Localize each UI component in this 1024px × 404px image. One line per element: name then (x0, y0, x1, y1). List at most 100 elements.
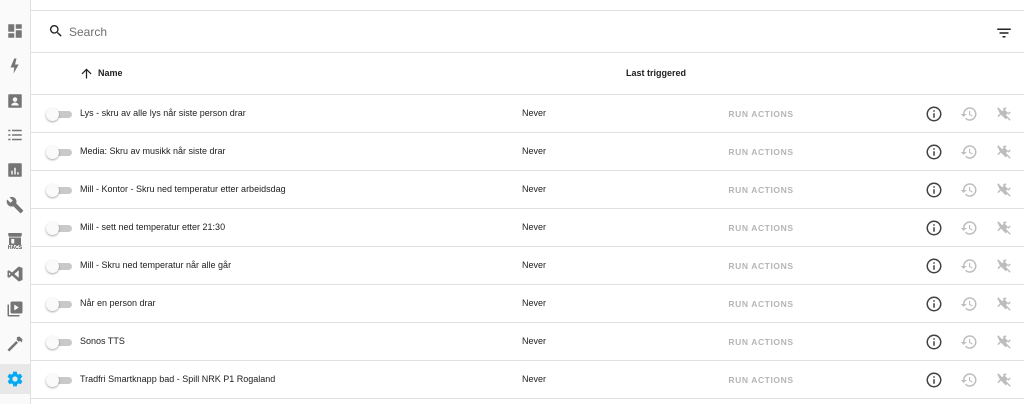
enable-toggle[interactable] (44, 298, 72, 311)
table-row: Når en person drar Never RUN ACTIONS (31, 285, 1024, 323)
sidebar-item-people[interactable] (0, 86, 30, 116)
debug-off-icon[interactable] (995, 295, 1013, 313)
enable-toggle[interactable] (44, 374, 72, 387)
table-row: Mill - Skru ned temperatur når alle går … (31, 247, 1024, 285)
person-card-icon (8, 94, 22, 108)
enable-toggle[interactable] (44, 146, 72, 159)
enable-toggle[interactable] (44, 336, 72, 349)
toggle-knob (46, 184, 59, 197)
run-actions-button[interactable]: RUN ACTIONS (721, 180, 801, 200)
info-icon[interactable] (925, 181, 943, 199)
automation-name: Media: Skru av musikk når siste drar (80, 146, 226, 156)
media-icon (7, 301, 23, 317)
sort-ascending-icon[interactable] (79, 66, 94, 81)
run-actions-button[interactable]: RUN ACTIONS (721, 370, 801, 390)
table-header: Name Last triggered (31, 54, 1024, 95)
automation-name: Lys - skru av alle lys når siste person … (80, 108, 246, 118)
info-icon[interactable] (925, 371, 943, 389)
last-triggered-value: Never (522, 374, 547, 384)
debug-off-icon[interactable] (995, 257, 1013, 275)
history-icon[interactable] (960, 143, 978, 161)
info-icon[interactable] (925, 143, 943, 161)
history-icon[interactable] (960, 333, 978, 351)
automation-name: Mill - Kontor - Skru ned temperatur ette… (80, 184, 286, 194)
enable-toggle[interactable] (44, 222, 72, 235)
column-header-name[interactable]: Name (98, 68, 123, 78)
sidebar-item-overview[interactable] (0, 16, 30, 46)
toggle-knob (46, 298, 59, 311)
table-row: Lys - skru av alle lys når siste person … (31, 95, 1024, 133)
toggle-knob (46, 374, 59, 387)
automation-name: Sonos TTS (80, 336, 125, 346)
hacs-label: HACS (7, 245, 23, 251)
toggle-knob (46, 222, 59, 235)
run-actions-button[interactable]: RUN ACTIONS (721, 332, 801, 352)
energy-icon (10, 58, 19, 74)
table-row: Tradfri Smartknapp bad - Spill NRK P1 Ro… (31, 361, 1024, 399)
table-row: Media: Skru av musikk når siste drar Nev… (31, 133, 1024, 171)
last-triggered-value: Never (522, 184, 547, 194)
run-actions-button[interactable]: RUN ACTIONS (721, 294, 801, 314)
enable-toggle[interactable] (44, 184, 72, 197)
search-icon (49, 25, 62, 37)
sidebar-item-logbook[interactable] (0, 120, 30, 150)
wrench-icon (6, 196, 24, 214)
history-icon[interactable] (960, 295, 978, 313)
table-row: Sonos TTS Never RUN ACTIONS (31, 323, 1024, 361)
enable-toggle[interactable] (44, 108, 72, 121)
list-icon (8, 129, 22, 141)
automation-name: Mill - sett ned temperatur etter 21:30 (80, 222, 226, 232)
sidebar-item-tools[interactable] (0, 329, 30, 359)
table-row: Mill - Kontor - Skru ned temperatur ette… (31, 171, 1024, 209)
run-actions-button[interactable]: RUN ACTIONS (721, 218, 801, 238)
sidebar-item-settings[interactable] (0, 364, 30, 394)
history-icon[interactable] (960, 219, 978, 237)
last-triggered-value: Never (522, 146, 547, 156)
automation-name: Mill - Skru ned temperatur når alle går (80, 260, 232, 270)
history-icon[interactable] (960, 371, 978, 389)
sidebar-item-energy[interactable] (0, 51, 30, 81)
last-triggered-value: Never (522, 260, 547, 270)
debug-off-icon[interactable] (995, 371, 1013, 389)
sidebar-item-vscode[interactable] (0, 259, 30, 289)
run-actions-button[interactable]: RUN ACTIONS (721, 104, 801, 124)
table-row: Mill - sett ned temperatur etter 21:30 N… (31, 209, 1024, 247)
automation-name: Tradfri Smartknapp bad - Spill NRK P1 Ro… (80, 374, 276, 384)
info-icon[interactable] (925, 105, 943, 123)
info-icon[interactable] (925, 219, 943, 237)
run-actions-button[interactable]: RUN ACTIONS (721, 256, 801, 276)
vscode-icon (7, 266, 23, 282)
top-toolbar (31, 0, 1024, 11)
history-icon[interactable] (960, 181, 978, 199)
last-triggered-value: Never (522, 298, 547, 308)
sidebar-item-history[interactable] (0, 155, 30, 185)
sidebar: HACS (0, 0, 31, 404)
column-header-last-triggered[interactable]: Last triggered (626, 68, 686, 78)
toggle-knob (46, 108, 59, 121)
dashboard-icon (8, 24, 22, 38)
sidebar-item-media[interactable] (0, 294, 30, 324)
info-icon[interactable] (925, 333, 943, 351)
chart-icon (8, 163, 22, 177)
info-icon[interactable] (925, 257, 943, 275)
last-triggered-value: Never (522, 222, 547, 232)
filter-icon[interactable] (995, 24, 1013, 42)
gear-icon (7, 371, 23, 387)
automation-name: Når en person drar (80, 298, 156, 308)
run-actions-button[interactable]: RUN ACTIONS (721, 142, 801, 162)
sidebar-item-developer-tools[interactable] (0, 190, 30, 220)
search-input[interactable] (69, 20, 949, 44)
history-icon[interactable] (960, 105, 978, 123)
toggle-knob (46, 146, 59, 159)
automations-panel: Name Last triggered Lys - skru av alle l… (31, 0, 1024, 404)
info-icon[interactable] (925, 295, 943, 313)
debug-off-icon[interactable] (995, 105, 1013, 123)
toggle-knob (46, 336, 59, 349)
debug-off-icon[interactable] (995, 333, 1013, 351)
debug-off-icon[interactable] (995, 181, 1013, 199)
debug-off-icon[interactable] (995, 219, 1013, 237)
debug-off-icon[interactable] (995, 143, 1013, 161)
search-bar (31, 11, 1024, 53)
history-icon[interactable] (960, 257, 978, 275)
enable-toggle[interactable] (44, 260, 72, 273)
